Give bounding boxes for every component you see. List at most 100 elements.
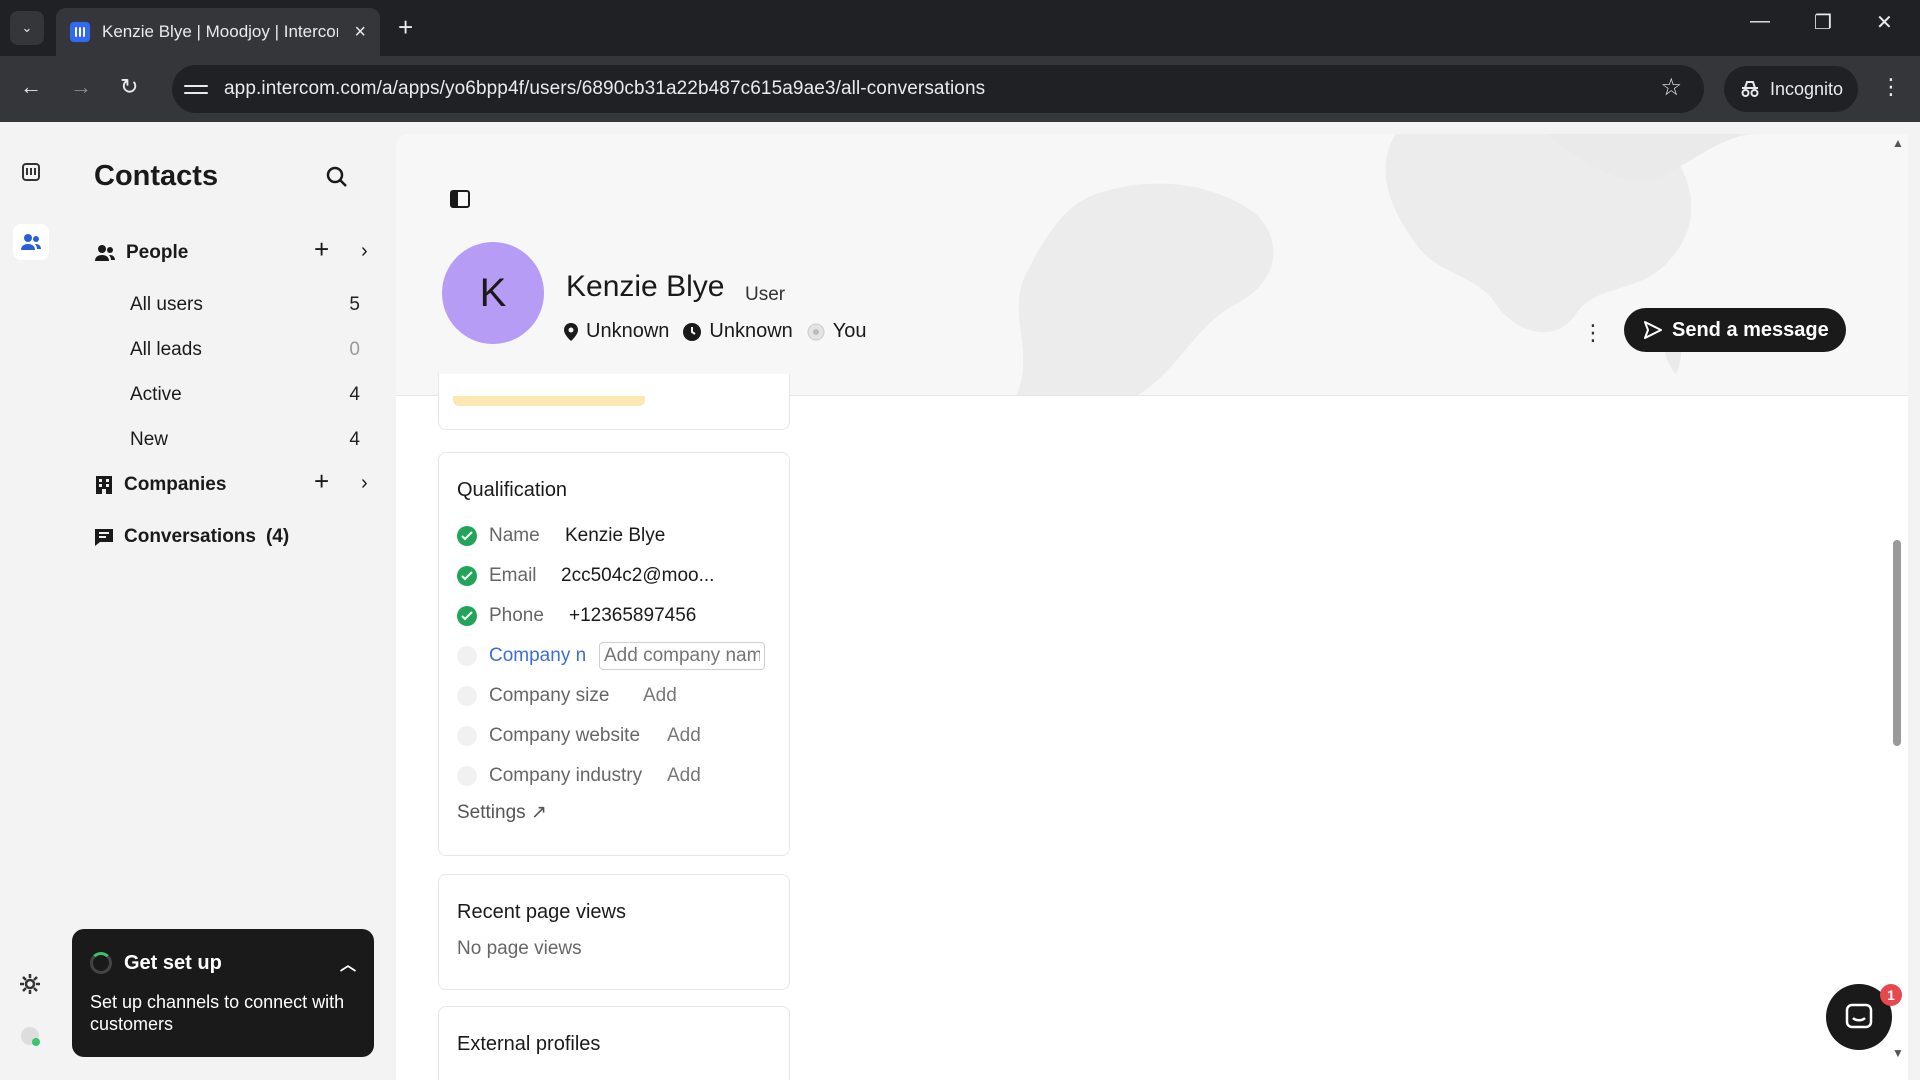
user-avatar-icon[interactable] [18, 1024, 42, 1053]
qualification-row-email[interactable]: Email 2cc504c2@moo... [457, 556, 771, 596]
field-label: Company n [489, 645, 587, 666]
notification-badge: 1 [1880, 984, 1902, 1006]
get-set-up-body: Set up channels to connect with customer… [90, 992, 345, 1034]
add-company-icon[interactable]: + [314, 468, 329, 494]
sidebar-item-count: 5 [349, 294, 360, 315]
check-circle-icon [457, 566, 477, 586]
add-value-link[interactable]: Add [667, 765, 701, 787]
field-value[interactable]: Kenzie Blye [565, 525, 665, 547]
incognito-label: Incognito [1770, 78, 1844, 99]
contact-type-badge: User [745, 284, 786, 305]
get-set-up-title: Get set up [124, 951, 222, 974]
add-people-icon[interactable]: + [314, 236, 329, 262]
get-set-up-card[interactable]: Get set up ︿ Set up channels to connect … [72, 929, 374, 1057]
world-map-background [1016, 134, 1756, 395]
conversations-count: (4) [265, 526, 290, 547]
qualification-settings-link[interactable]: Settings ↗ [457, 801, 547, 824]
clock-icon [683, 322, 702, 341]
sidebar-item-label: Active [130, 384, 182, 405]
recent-page-views-title: Recent page views [457, 901, 626, 923]
more-options-icon[interactable]: ⋮ [1582, 320, 1604, 346]
contact-detail-panel: K Kenzie Blye User Unknown Unknown You ⋮… [396, 134, 1908, 1080]
new-tab-icon[interactable]: + [398, 14, 413, 40]
empty-circle-icon [457, 766, 477, 786]
qualification-row-company-website[interactable]: Company website Add [457, 716, 771, 756]
window-close-icon[interactable]: ✕ [1876, 10, 1893, 35]
incognito-indicator[interactable]: Incognito [1724, 66, 1858, 112]
url-text[interactable]: app.intercom.com/a/apps/yo6bpp4f/users/6… [224, 78, 985, 100]
field-label: Email [489, 565, 537, 586]
send-message-button[interactable]: Send a message [1624, 308, 1846, 352]
highlight-strip [453, 396, 645, 406]
people-chevron-icon[interactable]: › [361, 240, 368, 263]
sidebar-item-all-users[interactable]: All users 5 [130, 290, 360, 320]
scroll-down-arrow-icon[interactable]: ▼ [1892, 1046, 1904, 1060]
scrollbar-thumb[interactable] [1893, 540, 1901, 746]
settings-gear-icon[interactable] [18, 972, 42, 1001]
avatar: K [442, 242, 544, 344]
companies-section[interactable]: Companies + › [94, 468, 368, 500]
qualification-row-company-size[interactable]: Company size Add [457, 676, 771, 716]
contact-owner[interactable]: You [807, 320, 867, 343]
qualification-row-company-industry[interactable]: Company industry Add [457, 756, 771, 796]
field-value[interactable]: 2cc504c2@moo... [561, 565, 714, 587]
location-pin-icon [564, 322, 578, 341]
add-value-link[interactable]: Add [667, 725, 701, 747]
site-info-icon[interactable] [184, 77, 208, 101]
chat-bubble-icon [1845, 1003, 1873, 1029]
sidebar-item-label: All leads [130, 339, 202, 360]
check-circle-icon [457, 526, 477, 546]
companies-chevron-icon[interactable]: › [361, 472, 368, 495]
contact-header: K Kenzie Blye User Unknown Unknown You ⋮… [396, 134, 1908, 396]
qualification-title: Qualification [457, 479, 568, 501]
contact-location: Unknown [564, 320, 669, 343]
people-label: People [126, 242, 189, 263]
chevron-up-icon[interactable]: ︿ [340, 951, 356, 975]
qualification-row-name[interactable]: Name Kenzie Blye [457, 516, 771, 556]
field-label: Company website [489, 725, 641, 746]
company-name-input[interactable] [599, 642, 765, 670]
incognito-icon [1741, 81, 1759, 97]
contact-local-time: Unknown [683, 320, 793, 343]
tab-search-chevron-icon[interactable]: ⌄ [10, 11, 44, 45]
inbox-nav-icon[interactable] [13, 154, 49, 190]
tab-close-icon[interactable]: × [354, 22, 366, 42]
add-value-link[interactable]: Add [643, 685, 677, 707]
check-circle-icon [457, 606, 477, 626]
bookmark-star-icon[interactable]: ☆ [1660, 73, 1682, 102]
people-section[interactable]: People + › [94, 236, 368, 268]
sidebar-item-active[interactable]: Active 4 [130, 380, 360, 410]
search-icon[interactable] [326, 166, 348, 193]
empty-circle-icon [457, 686, 477, 706]
conversations-label: Conversations [124, 526, 256, 547]
contacts-nav-icon[interactable] [13, 224, 49, 260]
field-label: Company size [489, 685, 610, 706]
reload-icon[interactable]: ↻ [120, 76, 138, 98]
browser-tab[interactable]: Kenzie Blye | Moodjoy | Intercom × [56, 8, 380, 56]
forward-icon[interactable]: → [70, 76, 92, 98]
qualification-row-phone[interactable]: Phone +12365897456 [457, 596, 771, 636]
field-label: Phone [489, 605, 544, 626]
restore-icon[interactable]: ❐ [1814, 10, 1832, 35]
empty-circle-icon [457, 726, 477, 746]
back-icon[interactable]: ← [20, 76, 42, 98]
conversations-section[interactable]: Conversations (4) [94, 522, 364, 552]
sidebar-item-count: 4 [349, 429, 360, 450]
sidebar-item-all-leads[interactable]: All leads 0 [130, 335, 360, 365]
external-profiles-title: External profiles [457, 1033, 601, 1055]
field-value[interactable]: +12365897456 [569, 605, 696, 627]
sidebar-item-new[interactable]: New 4 [130, 425, 360, 455]
minimize-icon[interactable]: — [1750, 10, 1770, 33]
app-nav-rail [0, 122, 62, 1080]
sidebar-title: Contacts [94, 160, 219, 192]
qualification-card: Qualification Name Kenzie Blye Email 2cc… [438, 452, 790, 856]
sidebar-item-label: New [130, 429, 169, 450]
companies-label: Companies [124, 474, 227, 495]
no-page-views-text: No page views [457, 938, 582, 959]
qualification-row-company-name[interactable]: Company n [457, 636, 771, 676]
collapse-sidebar-icon[interactable] [450, 190, 470, 213]
browser-menu-icon[interactable]: ⋮ [1880, 74, 1902, 100]
scroll-up-arrow-icon[interactable]: ▲ [1892, 136, 1904, 150]
address-bar[interactable]: app.intercom.com/a/apps/yo6bpp4f/users/6… [172, 65, 1704, 113]
recent-page-views-card: Recent page views No page views [438, 874, 790, 990]
